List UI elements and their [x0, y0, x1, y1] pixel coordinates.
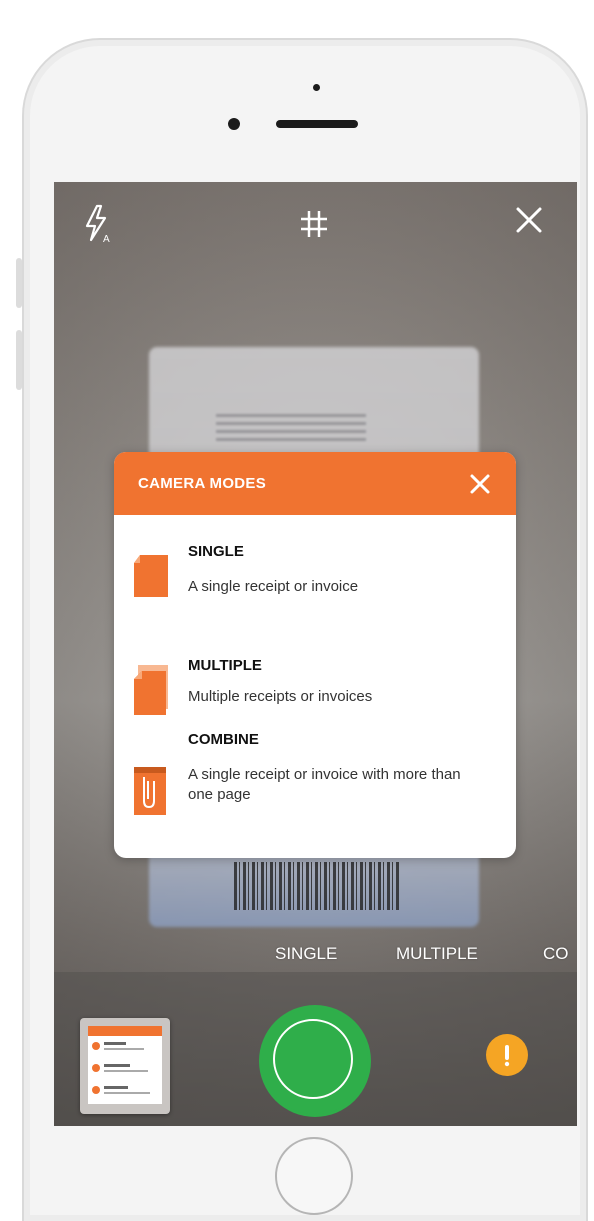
- mode-description: Multiple receipts or invoices: [188, 688, 373, 705]
- mode-option-single[interactable]: SINGLE: [275, 944, 337, 964]
- single-document-icon: [130, 551, 170, 606]
- side-button: [16, 258, 22, 308]
- camera-viewfinder: A CAMERA MODES SINGLE A single receipt o…: [54, 182, 577, 1126]
- svg-text:A: A: [103, 234, 110, 244]
- mode-description: A single receipt or invoice with more th…: [188, 766, 461, 803]
- side-button: [16, 330, 22, 390]
- receipt-preview-text: [216, 414, 366, 444]
- combine-documents-icon: [130, 763, 170, 824]
- close-icon[interactable]: [509, 200, 549, 240]
- shutter-button[interactable]: [262, 1008, 368, 1114]
- shutter-ring: [273, 1019, 353, 1099]
- thumbnail-header: [88, 1026, 162, 1036]
- info-icon[interactable]: [486, 1034, 528, 1076]
- thumbnail-preview: [88, 1026, 162, 1104]
- multiple-documents-icon: [130, 663, 170, 724]
- mode-description: A single receipt or invoice: [188, 578, 359, 595]
- mode-item-combine[interactable]: COMBINE A single receipt or invoice with…: [114, 725, 516, 858]
- mode-title: SINGLE: [188, 543, 244, 560]
- camera-modes-dialog: CAMERA MODES SINGLE A single receipt or …: [114, 452, 516, 858]
- mode-item-multiple[interactable]: MULTIPLE Multiple receipts or invoices: [114, 625, 516, 725]
- dialog-header: CAMERA MODES: [114, 452, 516, 515]
- dialog-title: CAMERA MODES: [138, 475, 267, 492]
- earpiece-speaker: [276, 120, 358, 128]
- receipt-barcode: [234, 862, 399, 910]
- mode-title: MULTIPLE: [188, 657, 262, 674]
- mode-option-multiple[interactable]: MULTIPLE: [396, 944, 478, 964]
- dialog-close-icon[interactable]: [464, 468, 496, 500]
- front-camera: [228, 118, 240, 130]
- mode-option-combine[interactable]: CO: [543, 944, 569, 964]
- mode-title: COMBINE: [188, 731, 259, 748]
- home-button[interactable]: [275, 1137, 353, 1215]
- last-capture-thumbnail[interactable]: [80, 1018, 170, 1114]
- grid-icon[interactable]: [294, 204, 334, 244]
- mode-item-single[interactable]: SINGLE A single receipt or invoice: [114, 515, 516, 625]
- flash-auto-icon[interactable]: A: [78, 202, 118, 246]
- proximity-sensor: [313, 84, 320, 91]
